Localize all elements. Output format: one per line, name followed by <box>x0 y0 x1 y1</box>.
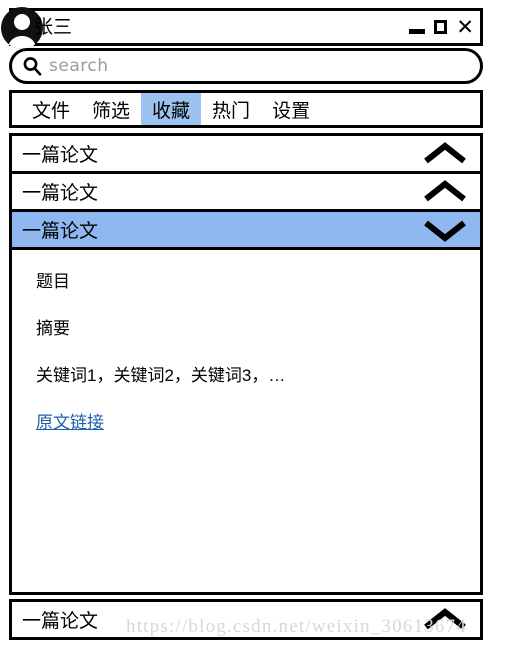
paper-row-selected[interactable]: 一篇论文 <box>9 209 483 250</box>
paper-title: 一篇论文 <box>22 183 99 204</box>
title-bar: 张三 ✕ <box>1 7 483 49</box>
tab-popular[interactable]: 热门 <box>201 93 261 125</box>
chevron-down-icon[interactable] <box>422 218 468 242</box>
detail-title-label: 题目 <box>36 272 70 291</box>
search-icon <box>23 57 42 76</box>
paper-row[interactable]: 一篇论文 <box>9 133 483 174</box>
original-paper-link[interactable]: 原文链接 <box>36 408 104 433</box>
paper-detail-panel: 题目 摘要 关键词1，关键词2，关键词3，… 原文链接 <box>9 250 483 595</box>
search-placeholder: search <box>49 56 109 76</box>
paper-row[interactable]: 一篇论文 <box>9 171 483 212</box>
paper-title: 一篇论文 <box>22 221 99 242</box>
minimize-button[interactable] <box>409 29 426 34</box>
tab-filter[interactable]: 筛选 <box>81 93 141 125</box>
window-controls: ✕ <box>409 11 474 43</box>
close-icon[interactable]: ✕ <box>456 16 474 38</box>
app-window: 张三 ✕ search 文件 筛选 收藏 热门 设置 一篇论文 一篇论文 一篇论… <box>1 7 483 640</box>
search-input[interactable]: search <box>9 48 483 84</box>
tab-favorites[interactable]: 收藏 <box>141 93 202 125</box>
chevron-up-icon[interactable] <box>422 141 468 166</box>
chevron-up-icon[interactable] <box>422 179 468 204</box>
paper-list: 一篇论文 一篇论文 一篇论文 题目 摘要 关键词1，关键词2，关键词3，… 原文… <box>9 133 483 640</box>
detail-abstract-label: 摘要 <box>36 319 70 338</box>
tab-bar: 文件 筛选 收藏 热门 设置 <box>9 90 483 128</box>
paper-title: 一篇论文 <box>22 611 99 632</box>
detail-keywords: 关键词1，关键词2，关键词3，… <box>36 366 286 385</box>
maximize-button[interactable] <box>434 20 448 34</box>
paper-title: 一篇论文 <box>22 145 99 166</box>
tab-files[interactable]: 文件 <box>21 93 81 125</box>
chevron-up-icon[interactable] <box>422 607 468 632</box>
search-bar: search <box>9 48 483 86</box>
tab-settings[interactable]: 设置 <box>261 93 321 125</box>
user-name-label: 张三 <box>34 16 73 38</box>
paper-row[interactable]: 一篇论文 <box>9 599 483 640</box>
